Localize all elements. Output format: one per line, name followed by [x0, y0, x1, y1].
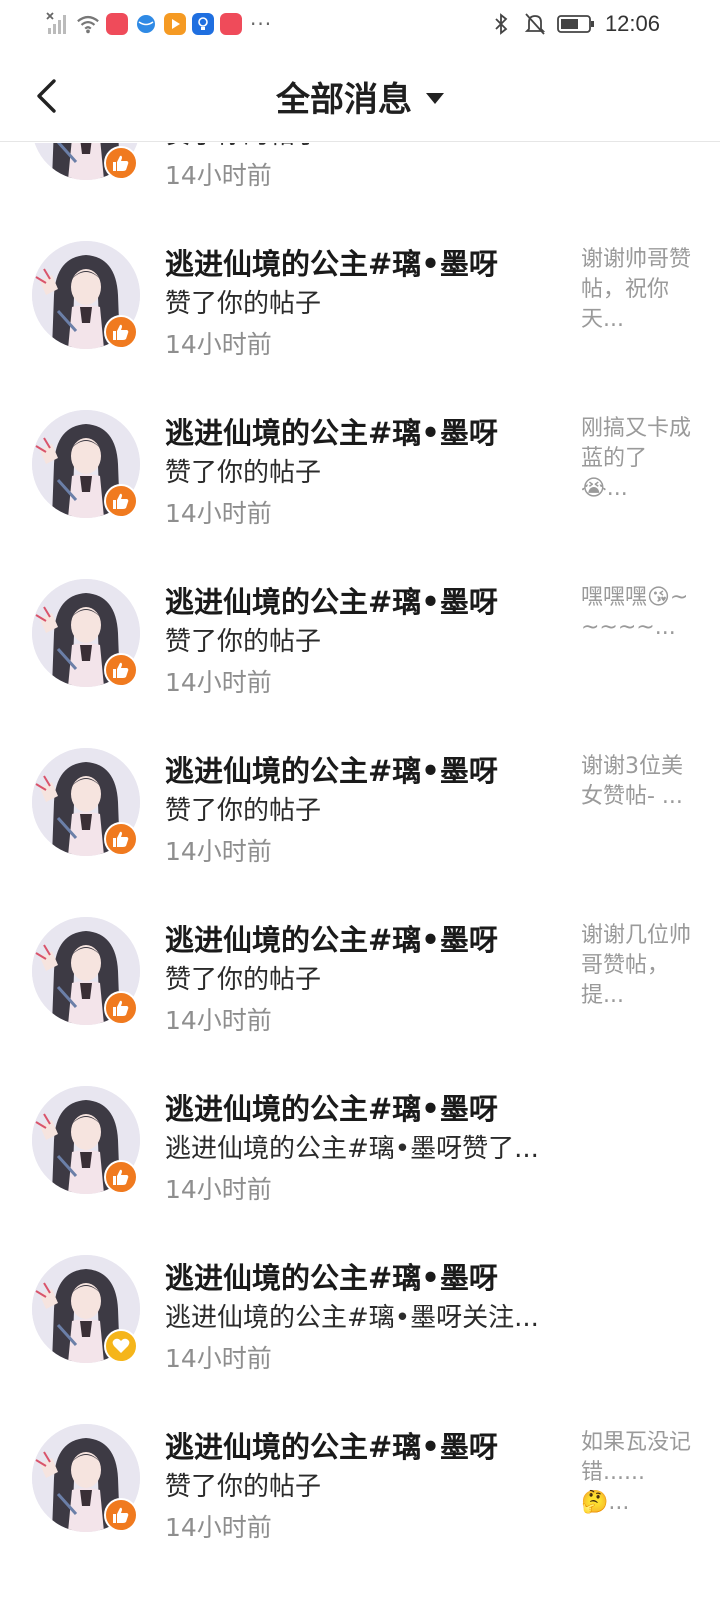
message-list-viewport[interactable]: 赞了你的帖子 14小时前 睡觉了，晚安... 逃进仙境的公主#璃•墨呀 赞了你的… — [0, 143, 720, 1600]
thumbs-up-icon — [113, 1507, 129, 1523]
thumbs-up-icon — [113, 1169, 129, 1185]
message-action: 逃进仙境的公主#璃•墨呀赞了... — [165, 1134, 539, 1164]
caret-down-icon — [426, 93, 444, 104]
like-badge — [104, 1160, 138, 1194]
post-preview[interactable]: 谢谢几位帅哥赞帖，提... — [581, 921, 691, 1011]
message-time: 14小时前 — [165, 1006, 272, 1035]
bluetooth-icon — [489, 12, 513, 36]
like-badge — [104, 822, 138, 856]
app-icon-blue-globe — [134, 12, 158, 36]
like-badge — [104, 484, 138, 518]
thumbs-up-icon — [113, 662, 129, 678]
message-time: 14小时前 — [165, 161, 272, 190]
message-time: 14小时前 — [165, 1344, 272, 1373]
page-title: 全部消息 — [276, 80, 412, 120]
top-nav-bar: 全部消息 — [0, 48, 720, 142]
clock: 12:06 — [604, 11, 660, 36]
battery-icon — [557, 12, 595, 36]
message-item[interactable]: 逃进仙境的公主#璃•墨呀 赞了你的帖子 14小时前 刚搞又卡成蓝的了😭... — [0, 388, 720, 557]
thumbs-up-icon — [113, 324, 129, 340]
like-badge — [104, 315, 138, 349]
sender-name[interactable]: 逃进仙境的公主#璃•墨呀 — [165, 241, 498, 283]
thumbs-up-icon — [113, 493, 129, 509]
message-item[interactable]: 逃进仙境的公主#璃•墨呀 赞了你的帖子 14小时前 嘿嘿嘿😘~~~~~... — [0, 557, 720, 726]
like-badge — [104, 653, 138, 687]
app-icon-red — [106, 13, 128, 35]
app-icon-red-2 — [220, 13, 242, 35]
mute-bell-icon — [523, 12, 547, 36]
signal-off-icon — [46, 12, 70, 36]
message-filter-dropdown[interactable]: 全部消息 — [0, 72, 720, 121]
sender-name[interactable]: 逃进仙境的公主#璃•墨呀 — [165, 748, 498, 790]
app-icon-blue-bulb — [192, 13, 214, 35]
sender-name[interactable]: 逃进仙境的公主#璃•墨呀 — [165, 1255, 498, 1297]
status-bar-right: 12:06 — [489, 10, 660, 38]
post-preview[interactable]: 谢谢帅哥赞帖，祝你天... — [581, 245, 691, 335]
like-badge — [104, 1498, 138, 1532]
message-action: 逃进仙境的公主#璃•墨呀关注... — [165, 1303, 539, 1333]
message-list: 赞了你的帖子 14小时前 睡觉了，晚安... 逃进仙境的公主#璃•墨呀 赞了你的… — [0, 143, 720, 1571]
message-item[interactable]: 逃进仙境的公主#璃•墨呀 逃进仙境的公主#璃•墨呀关注... 14小时前 — [0, 1233, 720, 1402]
message-action: 赞了你的帖子 — [165, 143, 321, 151]
more-dots-icon: ··· — [250, 12, 273, 36]
post-preview[interactable]: 刚搞又卡成蓝的了😭... — [581, 414, 691, 504]
message-item[interactable]: 逃进仙境的公主#璃•墨呀 赞了你的帖子 14小时前 谢谢3位美女赞帖- ... — [0, 726, 720, 895]
sender-name[interactable]: 逃进仙境的公主#璃•墨呀 — [165, 410, 498, 452]
message-item[interactable]: 逃进仙境的公主#璃•墨呀 赞了你的帖子 14小时前 如果瓦没记错......🤔.… — [0, 1402, 720, 1571]
message-action: 赞了你的帖子 — [165, 627, 322, 657]
thumbs-up-icon — [113, 1000, 129, 1016]
message-item[interactable]: 逃进仙境的公主#璃•墨呀 赞了你的帖子 14小时前 谢谢帅哥赞帖，祝你天... — [0, 219, 720, 388]
thumbs-up-icon — [113, 155, 129, 171]
status-bar: ··· 12:06 — [0, 0, 720, 48]
message-time: 14小时前 — [165, 668, 272, 697]
sender-name[interactable]: 逃进仙境的公主#璃•墨呀 — [165, 1086, 498, 1128]
message-time: 14小时前 — [165, 330, 272, 359]
post-preview[interactable]: 嘿嘿嘿😘~~~~~... — [581, 583, 691, 643]
message-time: 14小时前 — [165, 499, 272, 528]
message-item[interactable]: 赞了你的帖子 14小时前 睡觉了，晚安... — [0, 143, 720, 219]
heart-icon — [112, 1338, 130, 1353]
message-time: 14小时前 — [165, 837, 272, 866]
follow-heart-badge — [104, 1329, 138, 1363]
status-bar-left: ··· — [46, 10, 272, 38]
sender-name[interactable]: 逃进仙境的公主#璃•墨呀 — [165, 1424, 498, 1466]
sender-name[interactable]: 逃进仙境的公主#璃•墨呀 — [165, 579, 498, 621]
post-preview[interactable]: 谢谢3位美女赞帖- ... — [581, 752, 691, 812]
like-badge — [104, 146, 138, 180]
sender-name[interactable]: 逃进仙境的公主#璃•墨呀 — [165, 917, 498, 959]
like-badge — [104, 991, 138, 1025]
post-preview[interactable]: 如果瓦没记错......🤔... — [581, 1428, 691, 1518]
message-action: 赞了你的帖子 — [165, 796, 322, 826]
message-item[interactable]: 逃进仙境的公主#璃•墨呀 逃进仙境的公主#璃•墨呀赞了... 14小时前 — [0, 1064, 720, 1233]
app-icon-orange-play — [164, 13, 186, 35]
message-action: 赞了你的帖子 — [165, 1472, 322, 1502]
message-item[interactable]: 逃进仙境的公主#璃•墨呀 赞了你的帖子 14小时前 谢谢几位帅哥赞帖，提... — [0, 895, 720, 1064]
message-time: 14小时前 — [165, 1175, 272, 1204]
wifi-icon — [76, 12, 100, 36]
message-time: 14小时前 — [165, 1513, 272, 1542]
thumbs-up-icon — [113, 831, 129, 847]
message-action: 赞了你的帖子 — [165, 289, 322, 319]
message-action: 赞了你的帖子 — [165, 458, 322, 488]
message-action: 赞了你的帖子 — [165, 965, 322, 995]
